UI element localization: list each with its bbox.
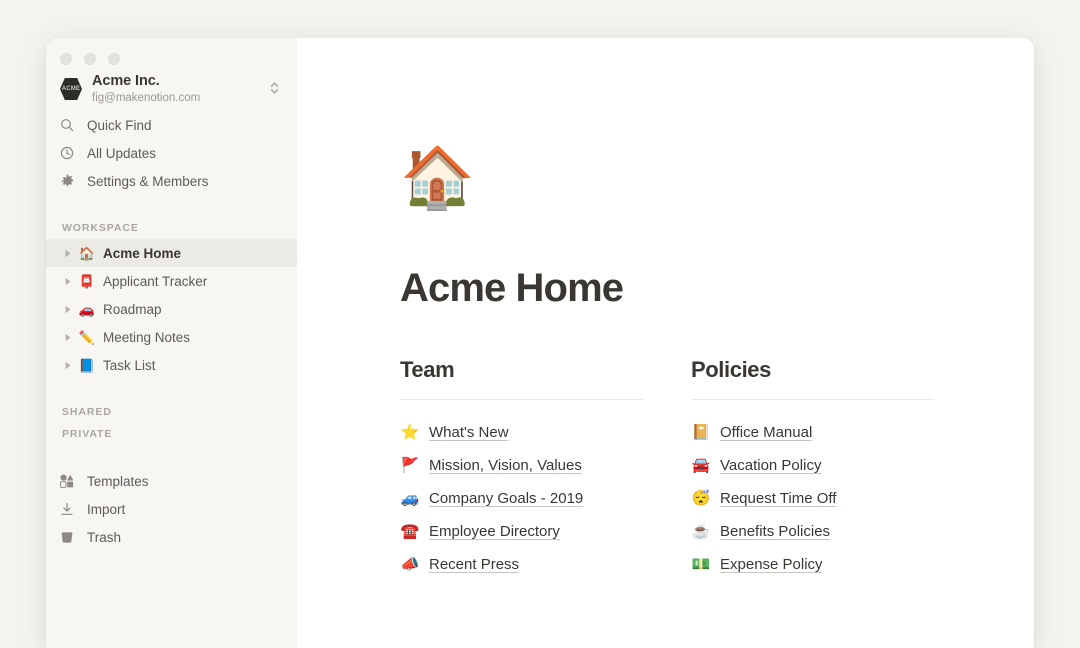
sidebar-item-templates[interactable]: Templates — [46, 467, 297, 495]
page-link[interactable]: Company Goals - 2019 — [429, 490, 583, 507]
page-icon[interactable]: 🏠 — [400, 148, 1034, 208]
list-item[interactable]: 🚘 Vacation Policy — [691, 449, 934, 482]
divider — [400, 399, 643, 400]
sidebar: ACME Acme Inc. fig@makenotion.com Quick … — [46, 38, 297, 648]
sidebar-item-label: Acme Home — [103, 245, 182, 261]
page-link[interactable]: Benefits Policies — [720, 523, 830, 540]
page-emoji: 🚘 — [691, 457, 711, 474]
sidebar-item-label: Meeting Notes — [103, 329, 191, 345]
list-item[interactable]: 📣 Recent Press — [400, 548, 643, 581]
list-item[interactable]: ☕ Benefits Policies — [691, 515, 934, 548]
section-label-private: PRIVATE — [62, 428, 113, 440]
sidebar-item-label: Roadmap — [103, 301, 162, 317]
page-emoji: 📘 — [78, 357, 96, 373]
workspace-logo-icon: ACME — [60, 78, 82, 100]
section-label-workspace: WORKSPACE — [62, 222, 139, 234]
content-columns: Team ⭐ What's New 🚩 Mission, Vision, Val… — [400, 357, 1034, 581]
chevron-right-icon[interactable] — [60, 333, 76, 342]
workspace-name: Acme Inc. — [92, 73, 160, 90]
page-link[interactable]: Vacation Policy — [720, 457, 821, 474]
trash-icon — [60, 530, 78, 544]
download-icon — [60, 502, 78, 516]
page-emoji: 📮 — [78, 273, 96, 289]
page-emoji: 😴 — [691, 490, 711, 507]
page-link[interactable]: Employee Directory — [429, 523, 560, 540]
search-icon — [60, 118, 78, 132]
sidebar-item-label: Settings & Members — [87, 173, 209, 189]
page-link[interactable]: Request Time Off — [720, 490, 836, 507]
sidebar-item-label: Templates — [87, 473, 149, 489]
page-link[interactable]: Expense Policy — [720, 556, 823, 573]
close-button[interactable] — [60, 53, 72, 65]
page-link[interactable]: Office Manual — [720, 424, 812, 441]
zoom-button[interactable] — [108, 53, 120, 65]
chevron-up-down-icon[interactable] — [270, 81, 279, 95]
sidebar-item-label: Trash — [87, 529, 122, 545]
sidebar-item-settings-members[interactable]: Settings & Members — [46, 167, 297, 195]
sidebar-item-label: Quick Find — [87, 117, 152, 133]
chevron-right-icon[interactable] — [60, 249, 76, 258]
clock-icon — [60, 146, 78, 160]
page-emoji: ☎️ — [400, 523, 420, 540]
page-link[interactable]: Mission, Vision, Values — [429, 457, 582, 474]
chevron-right-icon[interactable] — [60, 277, 76, 286]
column-team: Team ⭐ What's New 🚩 Mission, Vision, Val… — [400, 357, 643, 581]
window-traffic-lights — [46, 38, 297, 65]
sidebar-item-task-list[interactable]: 📘 Task List — [46, 351, 297, 379]
gear-icon — [60, 174, 78, 189]
workspace-logo-text: ACME — [61, 86, 81, 92]
column-policies: Policies 📔 Office Manual 🚘 Vacation Poli… — [691, 357, 934, 581]
page-emoji: 🚗 — [78, 301, 96, 317]
link-list: ⭐ What's New 🚩 Mission, Vision, Values 🚙… — [400, 416, 643, 581]
list-item[interactable]: 🚙 Company Goals - 2019 — [400, 482, 643, 515]
list-item[interactable]: 😴 Request Time Off — [691, 482, 934, 515]
section-label-shared: SHARED — [62, 406, 112, 418]
sidebar-item-label: All Updates — [87, 145, 157, 161]
sidebar-item-roadmap[interactable]: 🚗 Roadmap — [46, 295, 297, 323]
templates-icon — [60, 474, 78, 488]
account-text: Acme Inc. fig@makenotion.com — [92, 73, 200, 105]
page-emoji: 📣 — [400, 556, 420, 573]
page-emoji: ⭐ — [400, 424, 420, 441]
page-emoji: 🚩 — [400, 457, 420, 474]
sidebar-item-label: Applicant Tracker — [103, 273, 208, 289]
list-item[interactable]: ☎️ Employee Directory — [400, 515, 643, 548]
column-heading: Policies — [691, 357, 771, 382]
sidebar-item-acme-home[interactable]: 🏠 Acme Home — [46, 239, 297, 267]
sidebar-item-label: Import — [87, 501, 126, 517]
sidebar-item-import[interactable]: Import — [46, 495, 297, 523]
sidebar-item-trash[interactable]: Trash — [46, 523, 297, 551]
page-emoji: 📔 — [691, 424, 711, 441]
divider — [691, 399, 934, 400]
list-item[interactable]: 💵 Expense Policy — [691, 548, 934, 581]
column-heading: Team — [400, 357, 455, 382]
app-window: ACME Acme Inc. fig@makenotion.com Quick … — [46, 38, 1034, 648]
page-content: 🏠 Acme Home Team ⭐ What's New 🚩 Mission,… — [297, 38, 1034, 648]
sidebar-item-applicant-tracker[interactable]: 📮 Applicant Tracker — [46, 267, 297, 295]
list-item[interactable]: ⭐ What's New — [400, 416, 643, 449]
sidebar-item-quick-find[interactable]: Quick Find — [46, 111, 297, 139]
link-list: 📔 Office Manual 🚘 Vacation Policy 😴 Requ… — [691, 416, 934, 581]
chevron-right-icon[interactable] — [60, 361, 76, 370]
page-link[interactable]: Recent Press — [429, 556, 519, 573]
workspace-switcher[interactable]: ACME Acme Inc. fig@makenotion.com — [46, 65, 297, 111]
account-email: fig@makenotion.com — [92, 91, 201, 104]
list-item[interactable]: 🚩 Mission, Vision, Values — [400, 449, 643, 482]
page-link[interactable]: What's New — [429, 424, 509, 441]
page-emoji: 🚙 — [400, 490, 420, 507]
page-emoji: 💵 — [691, 556, 711, 573]
page-emoji: ☕ — [691, 523, 711, 540]
page-emoji: ✏️ — [78, 329, 96, 345]
chevron-right-icon[interactable] — [60, 305, 76, 314]
sidebar-item-all-updates[interactable]: All Updates — [46, 139, 297, 167]
sidebar-item-label: Task List — [103, 357, 156, 373]
list-item[interactable]: 📔 Office Manual — [691, 416, 934, 449]
page-title[interactable]: Acme Home — [400, 266, 1034, 311]
minimize-button[interactable] — [84, 53, 96, 65]
sidebar-item-meeting-notes[interactable]: ✏️ Meeting Notes — [46, 323, 297, 351]
page-emoji: 🏠 — [78, 245, 96, 261]
